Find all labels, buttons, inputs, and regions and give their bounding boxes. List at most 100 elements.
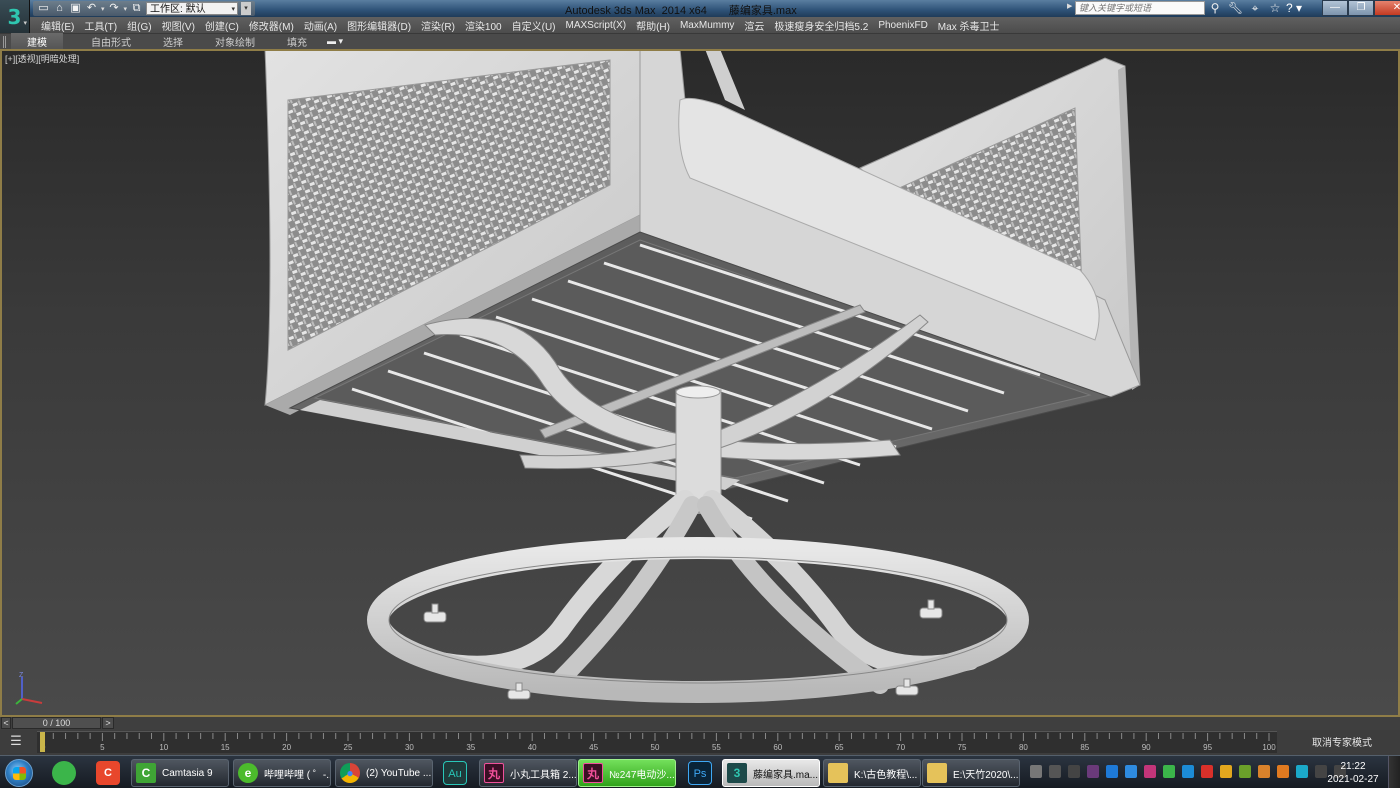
track-ruler: 0510152025303540455055606570758085909510… xyxy=(40,732,1276,752)
folder-icon xyxy=(927,763,947,783)
infocenter-toolbar: ⚲ 🔧︎ ⌖ ☆ xyxy=(1208,1,1282,15)
taskbar-window[interactable]: e 哔哩哔哩 ( ゜-... xyxy=(233,759,331,787)
ribbon-minimize-toggle-icon[interactable]: ▬ ▾ xyxy=(327,36,343,47)
menu-help[interactable]: 帮助(H) xyxy=(631,18,675,33)
quick-access-toolbar: ▭ ⌂ ▣ ↶ ▾ ↷ ▾ ⧉ 工作区: 默认 ▾ ▾ xyxy=(33,1,256,16)
photo-icon[interactable] xyxy=(1258,765,1270,778)
wrench-icon[interactable]: 🔧︎ xyxy=(1228,1,1243,15)
menu-maxscript[interactable]: MAXScript(X) xyxy=(561,20,632,31)
cloud-icon[interactable] xyxy=(1125,765,1137,778)
tab-populate[interactable]: 填充 xyxy=(275,33,319,50)
keyboard-icon[interactable] xyxy=(1030,765,1042,778)
track-area[interactable]: 0510152025303540455055606570758085909510… xyxy=(37,731,1277,753)
previous-frame-button[interactable]: < xyxy=(1,717,11,729)
help-search-input[interactable] xyxy=(1075,1,1205,15)
menu-group[interactable]: 组(G) xyxy=(122,18,156,33)
menu-modifiers[interactable]: 修改器(M) xyxy=(244,18,299,33)
card-icon[interactable] xyxy=(1220,765,1232,778)
taskbar-window-label: (2) YouTube ... xyxy=(366,767,432,779)
ribbon-grip-handle[interactable] xyxy=(3,35,6,48)
k-app-icon[interactable] xyxy=(1106,765,1118,778)
nk-icon[interactable] xyxy=(1087,765,1099,778)
satellite-icon[interactable]: ⌖ xyxy=(1248,1,1262,15)
menu-render100[interactable]: 渲染100 xyxy=(460,18,507,33)
workspace-select[interactable]: 工作区: 默认 ▾ xyxy=(146,2,239,15)
menu-create[interactable]: 创建(C) xyxy=(200,18,244,33)
xiaowan-icon[interactable] xyxy=(1144,765,1156,778)
taskbar-window[interactable]: 丸 №247电动沙... xyxy=(578,759,676,787)
show-desktop-button[interactable] xyxy=(1388,756,1400,788)
menu-maxmummy[interactable]: MaxMummy xyxy=(675,20,739,31)
remote-icon[interactable] xyxy=(1182,765,1194,778)
new-file-icon[interactable]: ▭ xyxy=(37,2,50,15)
taskbar-window-label: 小丸工具箱 2... xyxy=(510,769,577,781)
menu-xuanyun[interactable]: 渲云 xyxy=(739,18,769,33)
menu-tools[interactable]: 工具(T) xyxy=(79,18,122,33)
close-button[interactable]: ✕ xyxy=(1374,0,1400,16)
maximize-button[interactable]: ❐ xyxy=(1348,0,1374,16)
start-button[interactable] xyxy=(5,759,33,787)
menu-rendering[interactable]: 渲染(R) xyxy=(416,18,460,33)
clock[interactable]: 21:22 2021-02-27 xyxy=(1326,760,1380,786)
track-label: 25 xyxy=(344,743,353,752)
shield-icon[interactable] xyxy=(1277,765,1289,778)
slack-icon[interactable] xyxy=(1068,765,1080,778)
search-expand-icon[interactable]: ▶ xyxy=(1067,2,1072,10)
taskbar-window[interactable]: E:\天竹2020\... xyxy=(922,759,1020,787)
taskbar-window[interactable]: C Camtasia 9 xyxy=(131,759,229,787)
menu-phoenixfd[interactable]: PhoenixFD xyxy=(873,20,932,31)
taskbar-window-active[interactable]: 3 藤编家具.ma... xyxy=(722,759,820,787)
menu-edit[interactable]: 编辑(E) xyxy=(36,18,79,33)
xiaowan-icon: 丸 xyxy=(484,763,504,783)
star-icon[interactable]: ☆ xyxy=(1268,1,1282,15)
3ds-max-window: ▭ ⌂ ▣ ↶ ▾ ↷ ▾ ⧉ 工作区: 默认 ▾ ▾ Autodesk 3ds… xyxy=(0,0,1400,788)
menu-max-antivirus[interactable]: Max 杀毒卫士 xyxy=(933,18,1005,33)
track-label: 35 xyxy=(466,743,475,752)
tab-modeling[interactable]: 建模 xyxy=(11,33,63,50)
menu-customize[interactable]: 自定义(U) xyxy=(507,18,561,33)
redo-icon[interactable]: ↷ xyxy=(108,2,121,15)
taskbar-window[interactable]: K:\古色教程\... xyxy=(823,759,921,787)
time-slider-thumb[interactable]: 0 / 100 xyxy=(12,717,101,729)
undo-icon[interactable]: ↶ xyxy=(85,2,98,15)
curve-editor-icon[interactable]: ☰ xyxy=(4,733,28,750)
project-folder-icon[interactable]: ⧉ xyxy=(130,2,143,15)
undo-dropdown-icon[interactable]: ▾ xyxy=(101,5,105,13)
photoshop-icon[interactable]: Ps xyxy=(688,761,712,785)
time-slider[interactable]: < 0 / 100 > xyxy=(0,717,1400,730)
camtasia-recorder-icon[interactable]: C xyxy=(96,761,120,785)
current-frame-marker[interactable] xyxy=(40,732,45,752)
wechat-tray-icon[interactable] xyxy=(1163,765,1175,778)
tab-selection[interactable]: 选择 xyxy=(151,33,195,50)
tab-object-paint[interactable]: 对象绘制 xyxy=(203,33,267,50)
menu-graph-editors[interactable]: 图形编辑器(D) xyxy=(342,18,416,33)
next-frame-button[interactable]: > xyxy=(102,717,114,729)
chair-model[interactable] xyxy=(0,49,1400,717)
viewport-label[interactable]: [+][透视][明暗处理] xyxy=(5,52,79,65)
menu-animation[interactable]: 动画(A) xyxy=(299,18,342,33)
wechat-icon[interactable] xyxy=(52,761,76,785)
binoculars-icon[interactable]: ⚲ xyxy=(1208,1,1222,15)
help-button[interactable]: ? ▾ xyxy=(1286,1,1308,15)
customize-quick-access-icon[interactable]: ▾ xyxy=(241,2,252,15)
tab-freeform[interactable]: 自由形式 xyxy=(79,33,143,50)
perspective-viewport[interactable]: [+][透视][明暗处理] Z xyxy=(0,49,1400,717)
track-label: 100 xyxy=(1262,743,1276,752)
application-menu-button[interactable]: 3 ▾ xyxy=(0,0,30,33)
track-label: 85 xyxy=(1080,743,1089,752)
taskbar-window[interactable]: ● (2) YouTube ... xyxy=(335,759,433,787)
menu-views[interactable]: 视图(V) xyxy=(157,18,200,33)
ring-base xyxy=(367,537,1029,703)
audition-icon[interactable]: Au xyxy=(443,761,467,785)
edge-icon[interactable] xyxy=(1296,765,1308,778)
open-file-icon[interactable]: ⌂ xyxy=(53,2,66,15)
minimize-button[interactable]: — xyxy=(1322,0,1348,16)
nvidia-icon[interactable] xyxy=(1239,765,1251,778)
menu-archive[interactable]: 极速瘦身安全归档5.2 xyxy=(769,18,873,33)
cancel-expert-mode-button[interactable]: 取消专家模式 xyxy=(1312,734,1372,749)
redo-dropdown-icon[interactable]: ▾ xyxy=(124,5,128,13)
taskbar-window[interactable]: 丸 小丸工具箱 2... xyxy=(479,759,577,787)
save-icon[interactable]: ▣ xyxy=(69,2,82,15)
qq-icon[interactable] xyxy=(1201,765,1213,778)
usb-icon[interactable] xyxy=(1049,765,1061,778)
